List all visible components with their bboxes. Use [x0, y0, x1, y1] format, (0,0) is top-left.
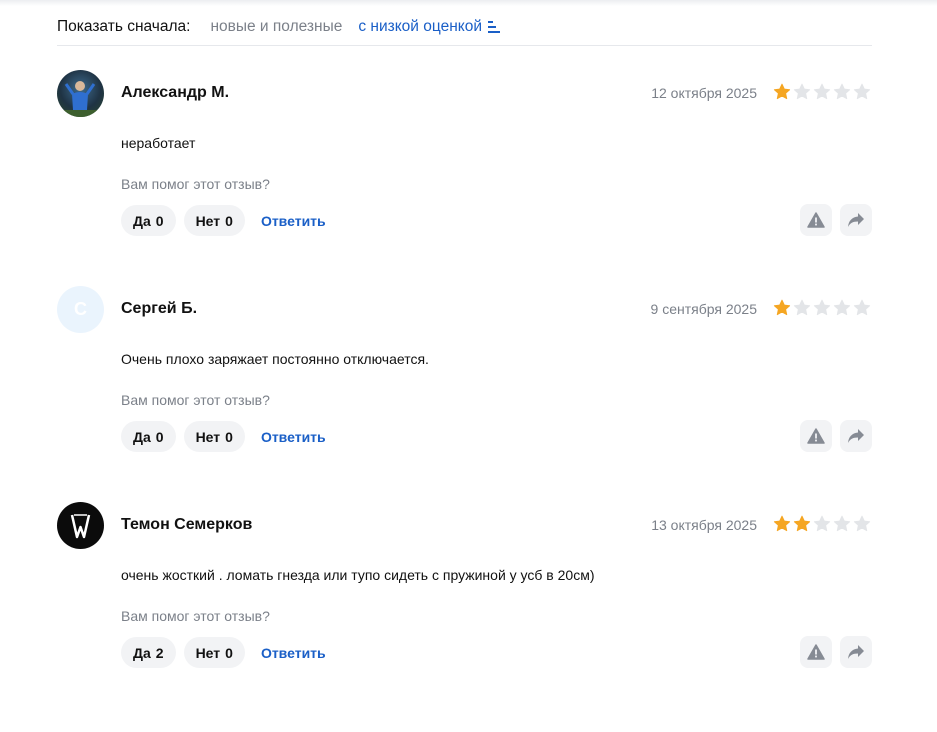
helpful-question: Вам помог этот отзыв? — [121, 176, 270, 192]
yes-count: 0 — [155, 428, 164, 445]
rating-stars — [773, 299, 871, 317]
yes-label: Да — [133, 212, 151, 229]
helpful-question: Вам помог этот отзыв? — [121, 392, 270, 408]
helpful-no-button[interactable]: Нет 0 — [183, 637, 245, 668]
review-icon-buttons — [800, 420, 872, 452]
star-icon — [853, 83, 871, 100]
star-icon — [833, 515, 851, 532]
reply-button[interactable]: Ответить — [261, 213, 326, 229]
helpful-yes-button[interactable]: Да 0 — [121, 205, 176, 236]
star-icon — [773, 515, 791, 532]
warning-triangle-icon — [807, 644, 825, 660]
helpful-no-button[interactable]: Нет 0 — [183, 421, 245, 452]
star-icon — [773, 83, 791, 100]
rating-stars — [773, 515, 871, 533]
review-text: Очень плохо заряжает постоянно отключает… — [121, 351, 429, 367]
star-icon — [813, 515, 831, 532]
review-card: Александр М. 12 октября 2025 неработает … — [57, 70, 872, 270]
review-actions: Да 0 Нет 0 Ответить — [121, 205, 326, 236]
no-count: 0 — [225, 644, 233, 661]
warning-triangle-icon — [807, 212, 825, 228]
sort-option-new-useful[interactable]: новые и полезные — [210, 18, 342, 36]
sort-option-low-rating[interactable]: с низкой оценкой — [358, 18, 501, 36]
helpful-yes-button[interactable]: Да 2 — [121, 637, 176, 668]
star-icon — [793, 83, 811, 100]
review-card: С Сергей Б. 9 сентября 2025 Очень плохо … — [57, 286, 872, 486]
helpful-yes-button[interactable]: Да 0 — [121, 421, 176, 452]
no-count: 0 — [225, 212, 233, 229]
no-count: 0 — [225, 428, 233, 445]
yes-label: Да — [133, 428, 151, 445]
star-icon — [853, 299, 871, 316]
review-author: Темон Семерков — [121, 516, 253, 533]
review-date: 12 октября 2025 — [651, 85, 757, 101]
review-date: 13 октября 2025 — [651, 517, 757, 533]
report-button[interactable] — [800, 636, 832, 668]
no-label: Нет — [195, 212, 221, 229]
review-icon-buttons — [800, 636, 872, 668]
review-author: Александр М. — [121, 84, 230, 101]
review-icon-buttons — [800, 204, 872, 236]
helpful-question: Вам помог этот отзыв? — [121, 608, 270, 624]
star-icon — [813, 299, 831, 316]
reply-button[interactable]: Ответить — [261, 429, 326, 445]
yes-count: 2 — [155, 644, 164, 661]
review-card: Темон Семерков 13 октября 2025 очень жос… — [57, 502, 872, 702]
review-date: 9 сентября 2025 — [650, 301, 757, 317]
star-icon — [833, 299, 851, 316]
avatar[interactable] — [57, 70, 104, 117]
avatar[interactable] — [57, 502, 104, 549]
monogram-logo-icon — [70, 514, 91, 539]
review-actions: Да 2 Нет 0 Ответить — [121, 637, 326, 668]
review-text: неработает — [121, 135, 196, 151]
sort-option-low-rating-label: с низкой оценкой — [358, 17, 482, 35]
share-button[interactable] — [840, 636, 872, 668]
share-arrow-icon — [848, 645, 864, 659]
user-photo-icon — [57, 81, 104, 117]
reply-button[interactable]: Ответить — [261, 645, 326, 661]
star-icon — [813, 83, 831, 100]
yes-label: Да — [133, 644, 151, 661]
sort-bar: Показать сначала: новые и полезные с низ… — [57, 12, 872, 46]
star-icon — [833, 83, 851, 100]
sort-ascending-icon — [488, 20, 500, 33]
share-button[interactable] — [840, 204, 872, 236]
helpful-no-button[interactable]: Нет 0 — [183, 205, 245, 236]
sort-label: Показать сначала: — [57, 17, 191, 35]
share-arrow-icon — [848, 213, 864, 227]
review-author: Сергей Б. — [121, 300, 198, 317]
review-text: очень жосткий . ломать гнезда или тупо с… — [121, 567, 595, 583]
star-icon — [853, 515, 871, 532]
yes-count: 0 — [155, 212, 164, 229]
no-label: Нет — [195, 428, 221, 445]
avatar-letter: С — [74, 299, 87, 319]
share-arrow-icon — [848, 429, 864, 443]
avatar[interactable]: С — [57, 286, 104, 333]
share-button[interactable] — [840, 420, 872, 452]
report-button[interactable] — [800, 204, 832, 236]
no-label: Нет — [195, 644, 221, 661]
top-shadow — [0, 0, 937, 6]
rating-stars — [773, 83, 871, 101]
review-actions: Да 0 Нет 0 Ответить — [121, 421, 326, 452]
star-icon — [793, 515, 811, 532]
star-icon — [793, 299, 811, 316]
star-icon — [773, 299, 791, 316]
report-button[interactable] — [800, 420, 832, 452]
warning-triangle-icon — [807, 428, 825, 444]
